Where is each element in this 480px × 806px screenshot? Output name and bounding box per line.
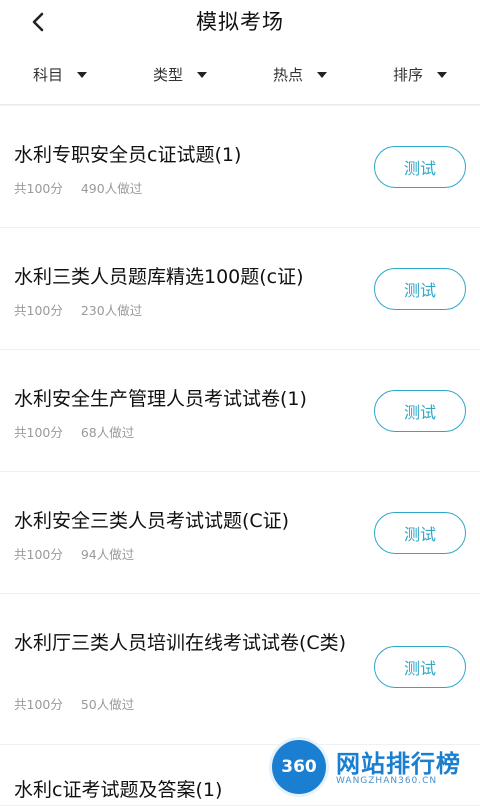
exam-meta: 共100分 490人做过 (14, 178, 142, 197)
filter-subject[interactable]: 科目 (33, 64, 87, 85)
exam-score: 共100分 (14, 425, 63, 440)
filter-label: 排序 (392, 65, 423, 84)
test-button[interactable]: 测试 (374, 268, 466, 310)
exam-title: 水利安全三类人员考试试题(C证) (14, 510, 290, 532)
exam-takers: 94人做过 (80, 547, 135, 562)
watermark-badge: 360 (272, 740, 326, 794)
exam-score: 共100分 (14, 303, 63, 318)
list-item[interactable]: 水利安全三类人员考试试题(C证) 共100分 94人做过 测试 (0, 472, 480, 594)
filter-sort[interactable]: 排序 (393, 64, 447, 85)
exam-title: 水利三类人员题库精选100题(c证) (14, 266, 304, 288)
list-item[interactable]: 水利厅三类人员培训在线考试试卷(C类) 共100分 50人做过 测试 (0, 594, 480, 745)
exam-meta: 共100分 94人做过 (14, 544, 134, 563)
exam-takers: 50人做过 (80, 697, 135, 712)
exam-title: 水利安全生产管理人员考试试卷(1) (14, 388, 307, 410)
exam-meta: 共100分 230人做过 (14, 300, 142, 319)
test-button[interactable]: 测试 (374, 646, 466, 688)
list-item[interactable]: 水利三类人员题库精选100题(c证) 共100分 230人做过 测试 (0, 228, 480, 350)
exam-takers: 68人做过 (80, 425, 135, 440)
top-bar: 模拟考场 (0, 0, 480, 44)
exam-score: 共100分 (14, 547, 63, 562)
filter-label: 类型 (152, 65, 183, 84)
exam-title: 水利专职安全员c证试题(1) (14, 144, 242, 166)
caret-down-icon (317, 72, 327, 78)
caret-down-icon (197, 72, 207, 78)
exam-score: 共100分 (14, 181, 63, 196)
exam-list: 水利专职安全员c证试题(1) 共100分 490人做过 测试 水利三类人员题库精… (0, 106, 480, 806)
caret-down-icon (437, 72, 447, 78)
test-button[interactable]: 测试 (374, 146, 466, 188)
test-button[interactable]: 测试 (374, 390, 466, 432)
filter-bar: 科目 类型 热点 排序 (0, 54, 480, 94)
list-item[interactable]: 水利专职安全员c证试题(1) 共100分 490人做过 测试 (0, 106, 480, 228)
exam-meta: 共100分 50人做过 (14, 694, 134, 713)
exam-takers: 490人做过 (80, 181, 143, 196)
exam-meta: 共100分 68人做过 (14, 422, 134, 441)
exam-takers: 230人做过 (80, 303, 143, 318)
exam-title: 水利厅三类人员培训在线考试试卷(C类) (14, 632, 347, 654)
list-item[interactable]: 水利安全生产管理人员考试试卷(1) 共100分 68人做过 测试 (0, 350, 480, 472)
filter-type[interactable]: 类型 (153, 64, 207, 85)
filter-hot[interactable]: 热点 (273, 64, 327, 85)
watermark-url: WANGZHAN360.CN (336, 776, 438, 786)
caret-down-icon (77, 72, 87, 78)
watermark-logo: 360 网站排行榜 WANGZHAN360.CN (262, 736, 480, 800)
test-button[interactable]: 测试 (374, 512, 466, 554)
exam-score: 共100分 (14, 697, 63, 712)
page-title: 模拟考场 (196, 10, 284, 34)
watermark-name: 网站排行榜 (336, 750, 461, 778)
filter-label: 热点 (272, 65, 303, 84)
filter-label: 科目 (32, 65, 63, 84)
